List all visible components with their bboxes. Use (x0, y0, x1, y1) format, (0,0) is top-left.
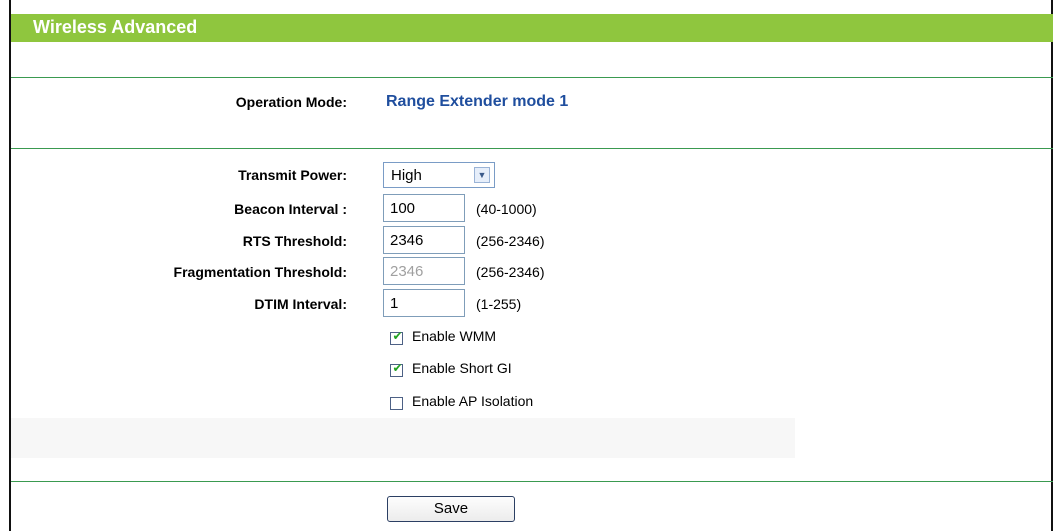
dtim-interval-input[interactable] (383, 289, 465, 317)
save-button[interactable]: Save (387, 496, 515, 522)
transmit-power-label: Transmit Power: (238, 167, 347, 183)
check-icon: ✔ (392, 329, 403, 343)
enable-short-gi-checkbox[interactable]: ✔ (390, 361, 403, 377)
beacon-interval-range: (40-1000) (476, 201, 537, 217)
fragmentation-threshold-input (383, 257, 465, 285)
dtim-interval-range: (1-255) (476, 296, 522, 312)
beacon-interval-input[interactable] (383, 194, 465, 222)
enable-wmm-label: Enable WMM (412, 328, 497, 344)
enable-ap-isolation-checkbox[interactable] (390, 397, 403, 410)
rts-threshold-range: (256-2346) (476, 233, 545, 249)
divider (11, 481, 1053, 482)
fragmentation-threshold-range: (256-2346) (476, 264, 545, 280)
chevron-down-icon[interactable]: ▼ (474, 167, 490, 183)
check-icon: ✔ (392, 361, 403, 375)
operation-mode-value: Range Extender mode 1 (386, 93, 569, 110)
spacer-panel (11, 418, 795, 458)
rts-threshold-label: RTS Threshold: (242, 233, 347, 249)
enable-ap-isolation-label: Enable AP Isolation (412, 393, 534, 409)
rts-threshold-input[interactable] (383, 226, 465, 254)
enable-short-gi-label: Enable Short GI (412, 360, 512, 376)
fragmentation-threshold-label: Fragmentation Threshold: (173, 264, 347, 280)
transmit-power-select[interactable]: High ▼ (383, 162, 495, 188)
operation-mode-label: Operation Mode: (235, 94, 347, 110)
divider (11, 77, 1053, 78)
transmit-power-selected: High (391, 167, 422, 184)
divider (11, 148, 1053, 149)
enable-wmm-checkbox[interactable]: ✔ (390, 329, 403, 345)
section-header: Wireless Advanced (11, 14, 1053, 42)
dtim-interval-label: DTIM Interval: (254, 296, 347, 312)
beacon-interval-label: Beacon Interval : (234, 201, 347, 217)
section-title: Wireless Advanced (33, 17, 198, 37)
